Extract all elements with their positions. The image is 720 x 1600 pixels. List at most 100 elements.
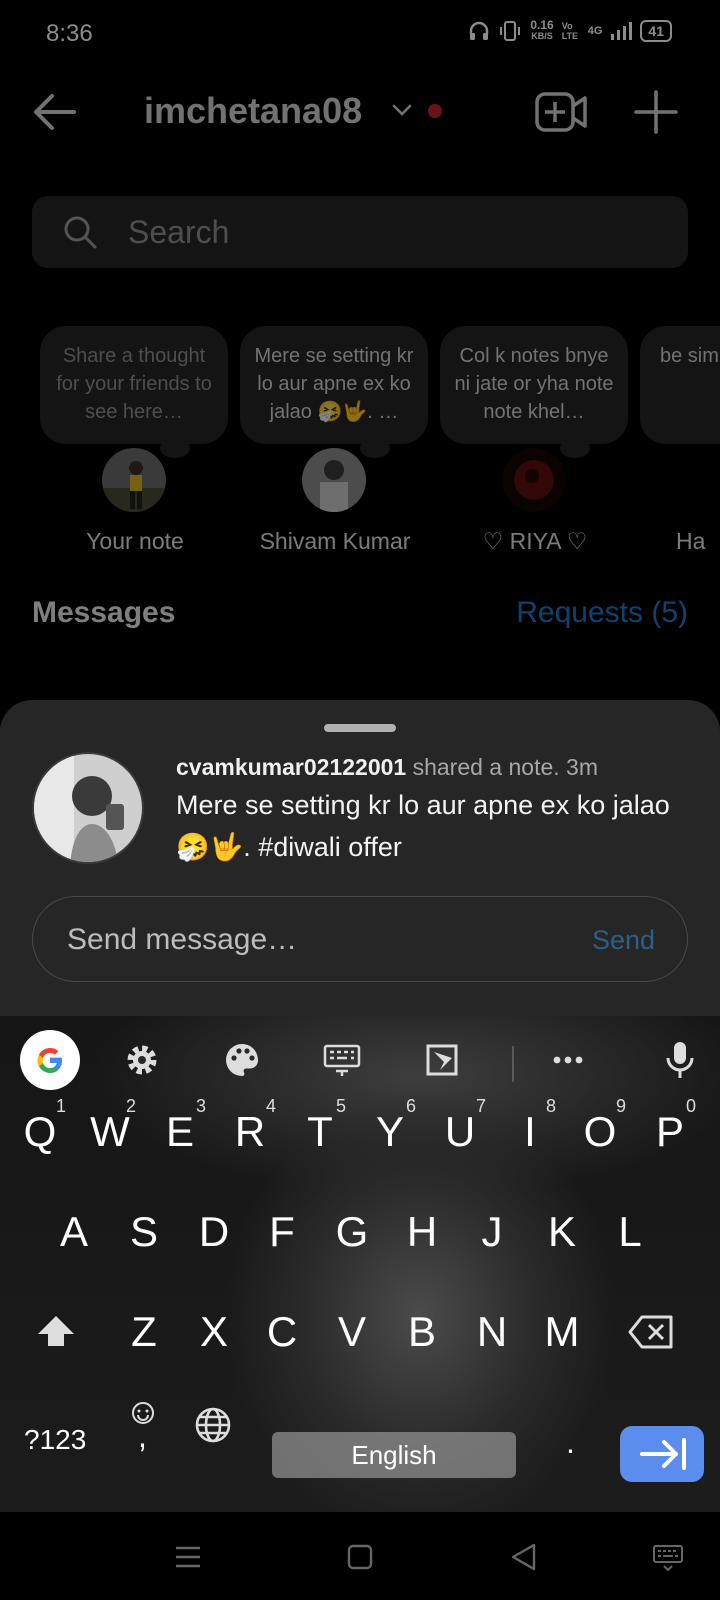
note-action-time: shared a note. 3m [412,754,598,780]
key-hint-number: 2 [126,1096,137,1116]
note-author: Ha [676,528,706,554]
key-hint-number: 6 [406,1096,417,1116]
note-item[interactable]: Col k notes bnye ni jate or yha note not… [440,326,630,554]
backspace-icon[interactable] [628,1314,674,1350]
status-time: 8:36 [46,20,93,47]
key-d[interactable]: D [184,1192,244,1272]
note-reply-sheet: cvamkumar02122001 shared a note. 3m Mere… [0,700,720,1016]
status-bar: 8:36 0.16 KB/S Vo LTE 4G 41 [0,0,720,70]
notes-tray: Share a thought for your friends to see … [0,326,720,566]
key-b[interactable]: B [392,1292,452,1372]
status-icons: 0.16 KB/S Vo LTE 4G 41 [468,18,672,42]
key-m[interactable]: M [532,1292,592,1372]
microphone-icon[interactable] [660,1040,700,1080]
key-g[interactable]: G [322,1192,382,1272]
send-button[interactable]: Send [592,925,655,956]
battery-indicator: 41 [640,20,672,42]
note-author: ♡ RIYA ♡ [482,528,588,554]
unread-dot [428,104,442,118]
key-a[interactable]: A [44,1192,104,1272]
avatar [502,448,566,512]
avatar [102,448,166,512]
settings-gear-icon[interactable] [122,1040,162,1080]
note-item[interactable]: Mere se setting kr lo aur apne ex ko jal… [240,326,430,554]
note-author: Shivam Kumar [259,528,411,554]
key-l[interactable]: L [600,1192,660,1272]
search-placeholder: Search [128,214,230,250]
key-v[interactable]: V [322,1292,382,1372]
note-meta: cvamkumar02122001 shared a note. 3m [176,754,598,781]
key-hint-number: 9 [616,1096,627,1116]
note-bubble-tail [160,438,190,458]
key-j[interactable]: J [462,1192,522,1272]
period-key[interactable]: . [566,1424,575,1461]
keyboard-hide-icon[interactable] [652,1542,684,1572]
note-bubble: Share a thought for your friends to see … [40,326,228,444]
net-speed-unit: KB/S [531,31,553,41]
key-n[interactable]: N [462,1292,522,1372]
key-k[interactable]: K [532,1192,592,1272]
key-h[interactable]: H [392,1192,452,1272]
key-z[interactable]: Z [114,1292,174,1372]
requests-link[interactable]: Requests (5) [516,596,688,630]
key-hint-number: 5 [336,1096,347,1116]
more-options-icon[interactable] [548,1040,588,1080]
key-hint-number: 4 [266,1096,277,1116]
avatar[interactable] [32,752,144,864]
search-bar[interactable]: Search [32,196,688,268]
system-nav-bar [0,1512,720,1600]
tab-arrow-icon [640,1438,686,1470]
back-triangle-icon[interactable] [508,1542,540,1572]
network-speed: 0.16 KB/S [530,18,554,42]
search-icon [64,216,97,249]
key-s[interactable]: S [114,1192,174,1272]
note-item[interactable]: be simp Ha [640,326,720,554]
chevron-down-icon[interactable] [390,98,414,122]
enter-key[interactable] [620,1426,704,1482]
theme-palette-icon[interactable] [222,1040,262,1080]
headphones-icon [470,21,489,40]
net-speed-value: 0.16 [530,18,554,32]
back-arrow-icon[interactable] [30,90,80,134]
note-text: Mere se setting kr lo aur apne ex ko jal… [176,790,670,862]
note-bubble: Col k notes bnye ni jate or yha note not… [440,326,628,444]
toolbar-divider [512,1046,514,1082]
new-message-plus-icon[interactable] [632,88,680,136]
globe-icon[interactable] [194,1406,232,1444]
keyboard-layout-icon[interactable] [322,1040,362,1080]
key-hint-number: 8 [546,1096,557,1116]
account-username[interactable]: imchetana08 [144,90,362,132]
note-sender[interactable]: cvamkumar02122001 [176,754,406,780]
note-bubble: Mere se setting kr lo aur apne ex ko jal… [240,326,428,444]
inbox-screen: 8:36 0.16 KB/S Vo LTE 4G 41 imchetana08 … [0,0,720,700]
comma-key[interactable]: , [138,1418,147,1455]
key-f[interactable]: F [252,1192,312,1272]
volte-label: Vo LTE [561,21,579,41]
key-hint-number: 0 [686,1096,697,1116]
note-bubble: be simp [640,326,720,444]
keyboard-toolbar [0,1026,720,1096]
message-placeholder: Send message… [67,923,298,956]
note-item[interactable]: Share a thought for your friends to see … [40,326,230,554]
note-bubble-tail [360,438,390,458]
menu-lines-icon[interactable] [172,1542,204,1572]
google-logo-icon[interactable] [20,1030,80,1090]
clipboard-icon[interactable] [422,1040,462,1080]
sheet-drag-handle[interactable] [324,724,396,732]
vibrate-icon [500,21,521,41]
key-c[interactable]: C [252,1292,312,1372]
network-type: 4G [587,25,603,37]
new-video-call-icon[interactable] [534,88,588,136]
home-square-icon[interactable] [344,1542,376,1572]
key-x[interactable]: X [184,1292,244,1372]
space-bar[interactable]: English [272,1432,516,1478]
key-hint-number: 1 [56,1096,67,1116]
key-hint-number: 7 [476,1096,487,1116]
symbols-key[interactable]: ?123 [24,1424,86,1456]
key-hint-number: 3 [196,1096,207,1116]
signal-icon [611,22,633,40]
shift-arrow-icon[interactable] [34,1310,78,1354]
note-author: Your note [86,528,184,554]
message-input[interactable]: Send message… Send [32,896,688,982]
inbox-header: imchetana08 [0,80,720,144]
